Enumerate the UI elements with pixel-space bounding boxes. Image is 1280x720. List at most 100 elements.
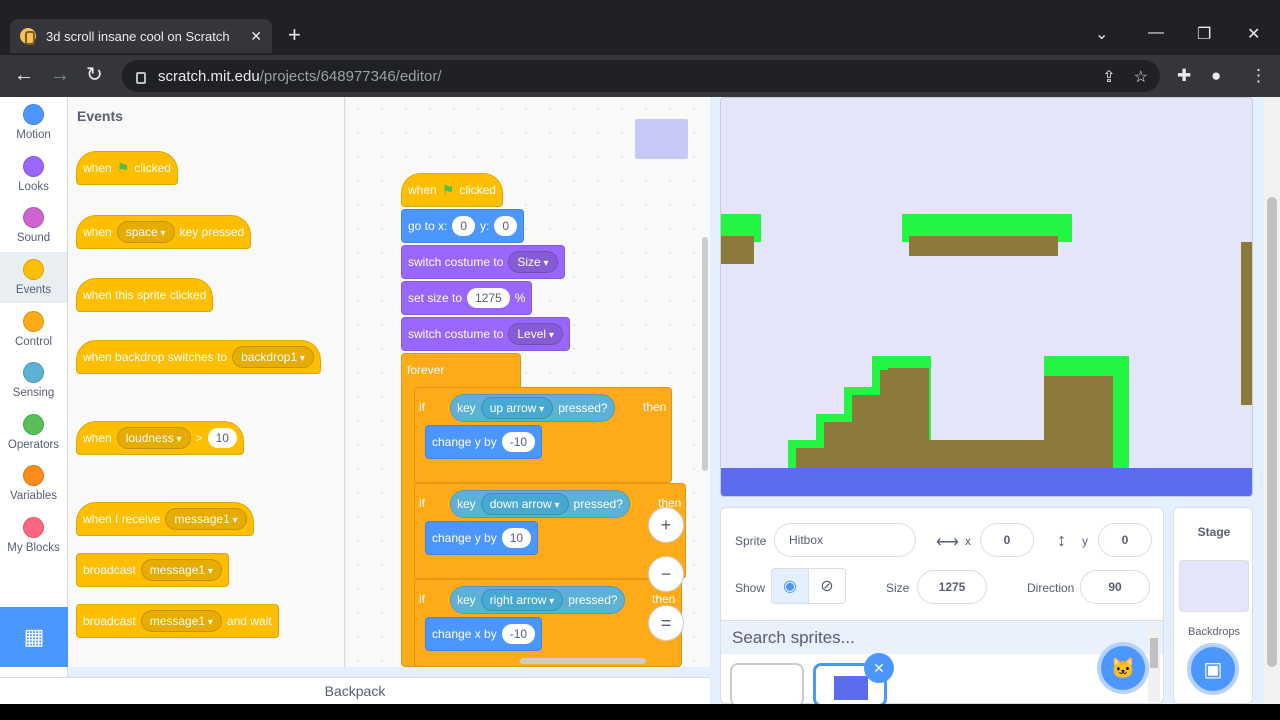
when-flag-clicked-block[interactable]: when ⚑ clicked [401, 173, 503, 207]
extensions-icon[interactable]: ✚ [1177, 66, 1191, 86]
when-backdrop-switches-block[interactable]: when backdrop switches to backdrop1 [76, 340, 321, 374]
switch-costume-block[interactable]: switch costume to Size [401, 245, 565, 279]
direction-input[interactable]: 90 [1080, 570, 1150, 604]
value-input[interactable]: 10 [207, 428, 237, 448]
y-input[interactable]: 0 [1098, 523, 1152, 557]
change-x-block[interactable]: change x by -10 [425, 617, 543, 651]
bookmark-star-icon[interactable]: ☆ [1134, 67, 1148, 87]
costume-dropdown[interactable]: Level [508, 323, 563, 345]
category-dot-icon [23, 362, 44, 384]
change-y-block[interactable]: change y by 10 [425, 521, 539, 555]
key-pressed-sensor[interactable]: key up arrow pressed? [450, 394, 615, 422]
size-input[interactable]: 1275 [917, 570, 987, 604]
sprite-search-input[interactable]: Search sprites... [721, 620, 1163, 654]
profile-icon[interactable]: ● [1211, 66, 1221, 86]
stage-canvas[interactable] [720, 97, 1253, 497]
amount-input[interactable]: -10 [501, 432, 536, 452]
key-dropdown[interactable]: down arrow [480, 493, 569, 515]
key-dropdown[interactable]: space [116, 221, 175, 243]
direction-label: Direction [1027, 581, 1075, 595]
change-y-block[interactable]: change y by -10 [425, 425, 543, 459]
zoom-reset-button[interactable]: = [648, 605, 684, 641]
amount-input[interactable]: -10 [501, 624, 536, 644]
y-input[interactable]: 0 [494, 216, 518, 236]
x-input[interactable]: 0 [452, 216, 476, 236]
x-input[interactable]: 0 [980, 523, 1034, 557]
key-dropdown[interactable]: up arrow [480, 397, 554, 419]
message-dropdown[interactable]: message1 [165, 508, 247, 530]
cat-icon: 🐱 [1110, 657, 1136, 680]
zoom-in-button[interactable]: + [648, 507, 684, 543]
category-my-blocks[interactable]: My Blocks [0, 510, 67, 562]
show-label: Show [735, 581, 766, 595]
choose-backdrop-button[interactable]: ▣ [1187, 643, 1239, 695]
when-loudness-block[interactable]: when loudness >10 [76, 421, 244, 455]
when-sprite-clicked-block[interactable]: when this sprite clicked [76, 278, 214, 312]
sprite-name-input[interactable]: Hitbox [774, 523, 916, 557]
delete-sprite-icon[interactable]: ✕ [864, 653, 894, 683]
go-to-xy-block[interactable]: go to x: 0 y: 0 [401, 209, 525, 243]
broadcast-and-wait-block[interactable]: broadcast message1 and wait [76, 604, 279, 638]
menu-icon[interactable]: ⋮ [1250, 66, 1267, 86]
new-tab-icon[interactable]: + [288, 24, 301, 46]
sensor-dropdown[interactable]: loudness [116, 427, 191, 449]
message-dropdown[interactable]: message1 [140, 610, 222, 632]
stage-selector[interactable]: Stage Backdrops ▣ [1173, 507, 1253, 704]
reload-icon[interactable]: ↻ [86, 65, 103, 85]
scroll-thumb[interactable] [1150, 638, 1158, 668]
choose-sprite-button[interactable]: 🐱 [1097, 642, 1149, 694]
show-hidden-button[interactable]: ⊘ [808, 568, 846, 604]
share-icon[interactable]: ⇪ [1102, 67, 1115, 87]
category-sensing[interactable]: Sensing [0, 355, 67, 407]
costume-dropdown[interactable]: Size [508, 251, 558, 273]
backdrop-dropdown[interactable]: backdrop1 [232, 346, 314, 368]
block-text: > [195, 431, 203, 445]
when-flag-clicked-block[interactable]: when ⚑ clicked [76, 151, 178, 185]
script-workspace[interactable]: when ⚑ clicked go to x: 0 y: 0 switch costume… [346, 97, 710, 667]
page-scrollbar[interactable] [1264, 97, 1280, 704]
block-text: key [457, 593, 476, 607]
tab-search-icon[interactable]: ⌄ [1095, 24, 1108, 44]
block-text: when [83, 161, 112, 175]
amount-input[interactable]: 10 [501, 528, 532, 548]
workspace-scrollbar[interactable] [520, 658, 646, 664]
backpack[interactable]: Backpack [0, 677, 710, 704]
address-bar[interactable]: scratch.mit.edu/projects/648977346/edito… [122, 60, 1160, 92]
key-pressed-sensor[interactable]: key down arrow pressed? [450, 490, 630, 518]
block-text: set size to [408, 291, 463, 305]
category-operators[interactable]: Operators [0, 407, 67, 459]
category-looks[interactable]: Looks [0, 149, 67, 201]
set-size-block[interactable]: set size to 1275% [401, 281, 533, 315]
tab-close-icon[interactable]: ✕ [250, 28, 262, 45]
block-text: when this sprite clicked [83, 288, 207, 302]
window-close-icon[interactable]: ✕ [1247, 24, 1260, 44]
key-dropdown[interactable]: right arrow [480, 589, 564, 611]
forward-icon[interactable]: → [50, 65, 70, 85]
page-scroll-thumb[interactable] [1267, 197, 1277, 667]
sprite-thumbnail[interactable] [730, 663, 804, 707]
switch-costume-block[interactable]: switch costume to Level [401, 317, 570, 351]
category-motion[interactable]: Motion [0, 97, 67, 149]
browser-tab[interactable]: 3d scroll insane cool on Scratch ✕ [10, 19, 272, 53]
category-variables[interactable]: Variables [0, 458, 67, 510]
broadcast-block[interactable]: broadcast message1 [76, 553, 229, 587]
stage-thumbnail[interactable] [1179, 560, 1249, 612]
category-control[interactable]: Control [0, 303, 67, 355]
category-events[interactable]: Events [0, 251, 67, 304]
sprite-list-scrollbar[interactable] [1148, 626, 1160, 702]
category-sound[interactable]: Sound [0, 200, 67, 252]
zoom-out-button[interactable]: − [648, 556, 684, 592]
when-i-receive-block[interactable]: when I receive message1 [76, 502, 254, 536]
zoom-in-icon: + [660, 514, 672, 535]
when-key-pressed-block[interactable]: when space key pressed [76, 215, 252, 249]
minimize-icon[interactable]: — [1148, 24, 1164, 42]
show-visible-button[interactable]: ◉ [771, 568, 809, 604]
message-dropdown[interactable]: message1 [140, 559, 222, 581]
block-palette: Events when ⚑ clicked when space key pressed… [68, 97, 345, 667]
restore-icon[interactable]: ❐ [1197, 24, 1211, 44]
add-extension-button[interactable]: ▦ [0, 607, 68, 667]
key-pressed-sensor[interactable]: key right arrow pressed? [450, 586, 625, 614]
workspace-vscrollbar[interactable] [702, 237, 708, 471]
back-icon[interactable]: ← [14, 65, 34, 85]
size-input[interactable]: 1275 [467, 288, 510, 308]
